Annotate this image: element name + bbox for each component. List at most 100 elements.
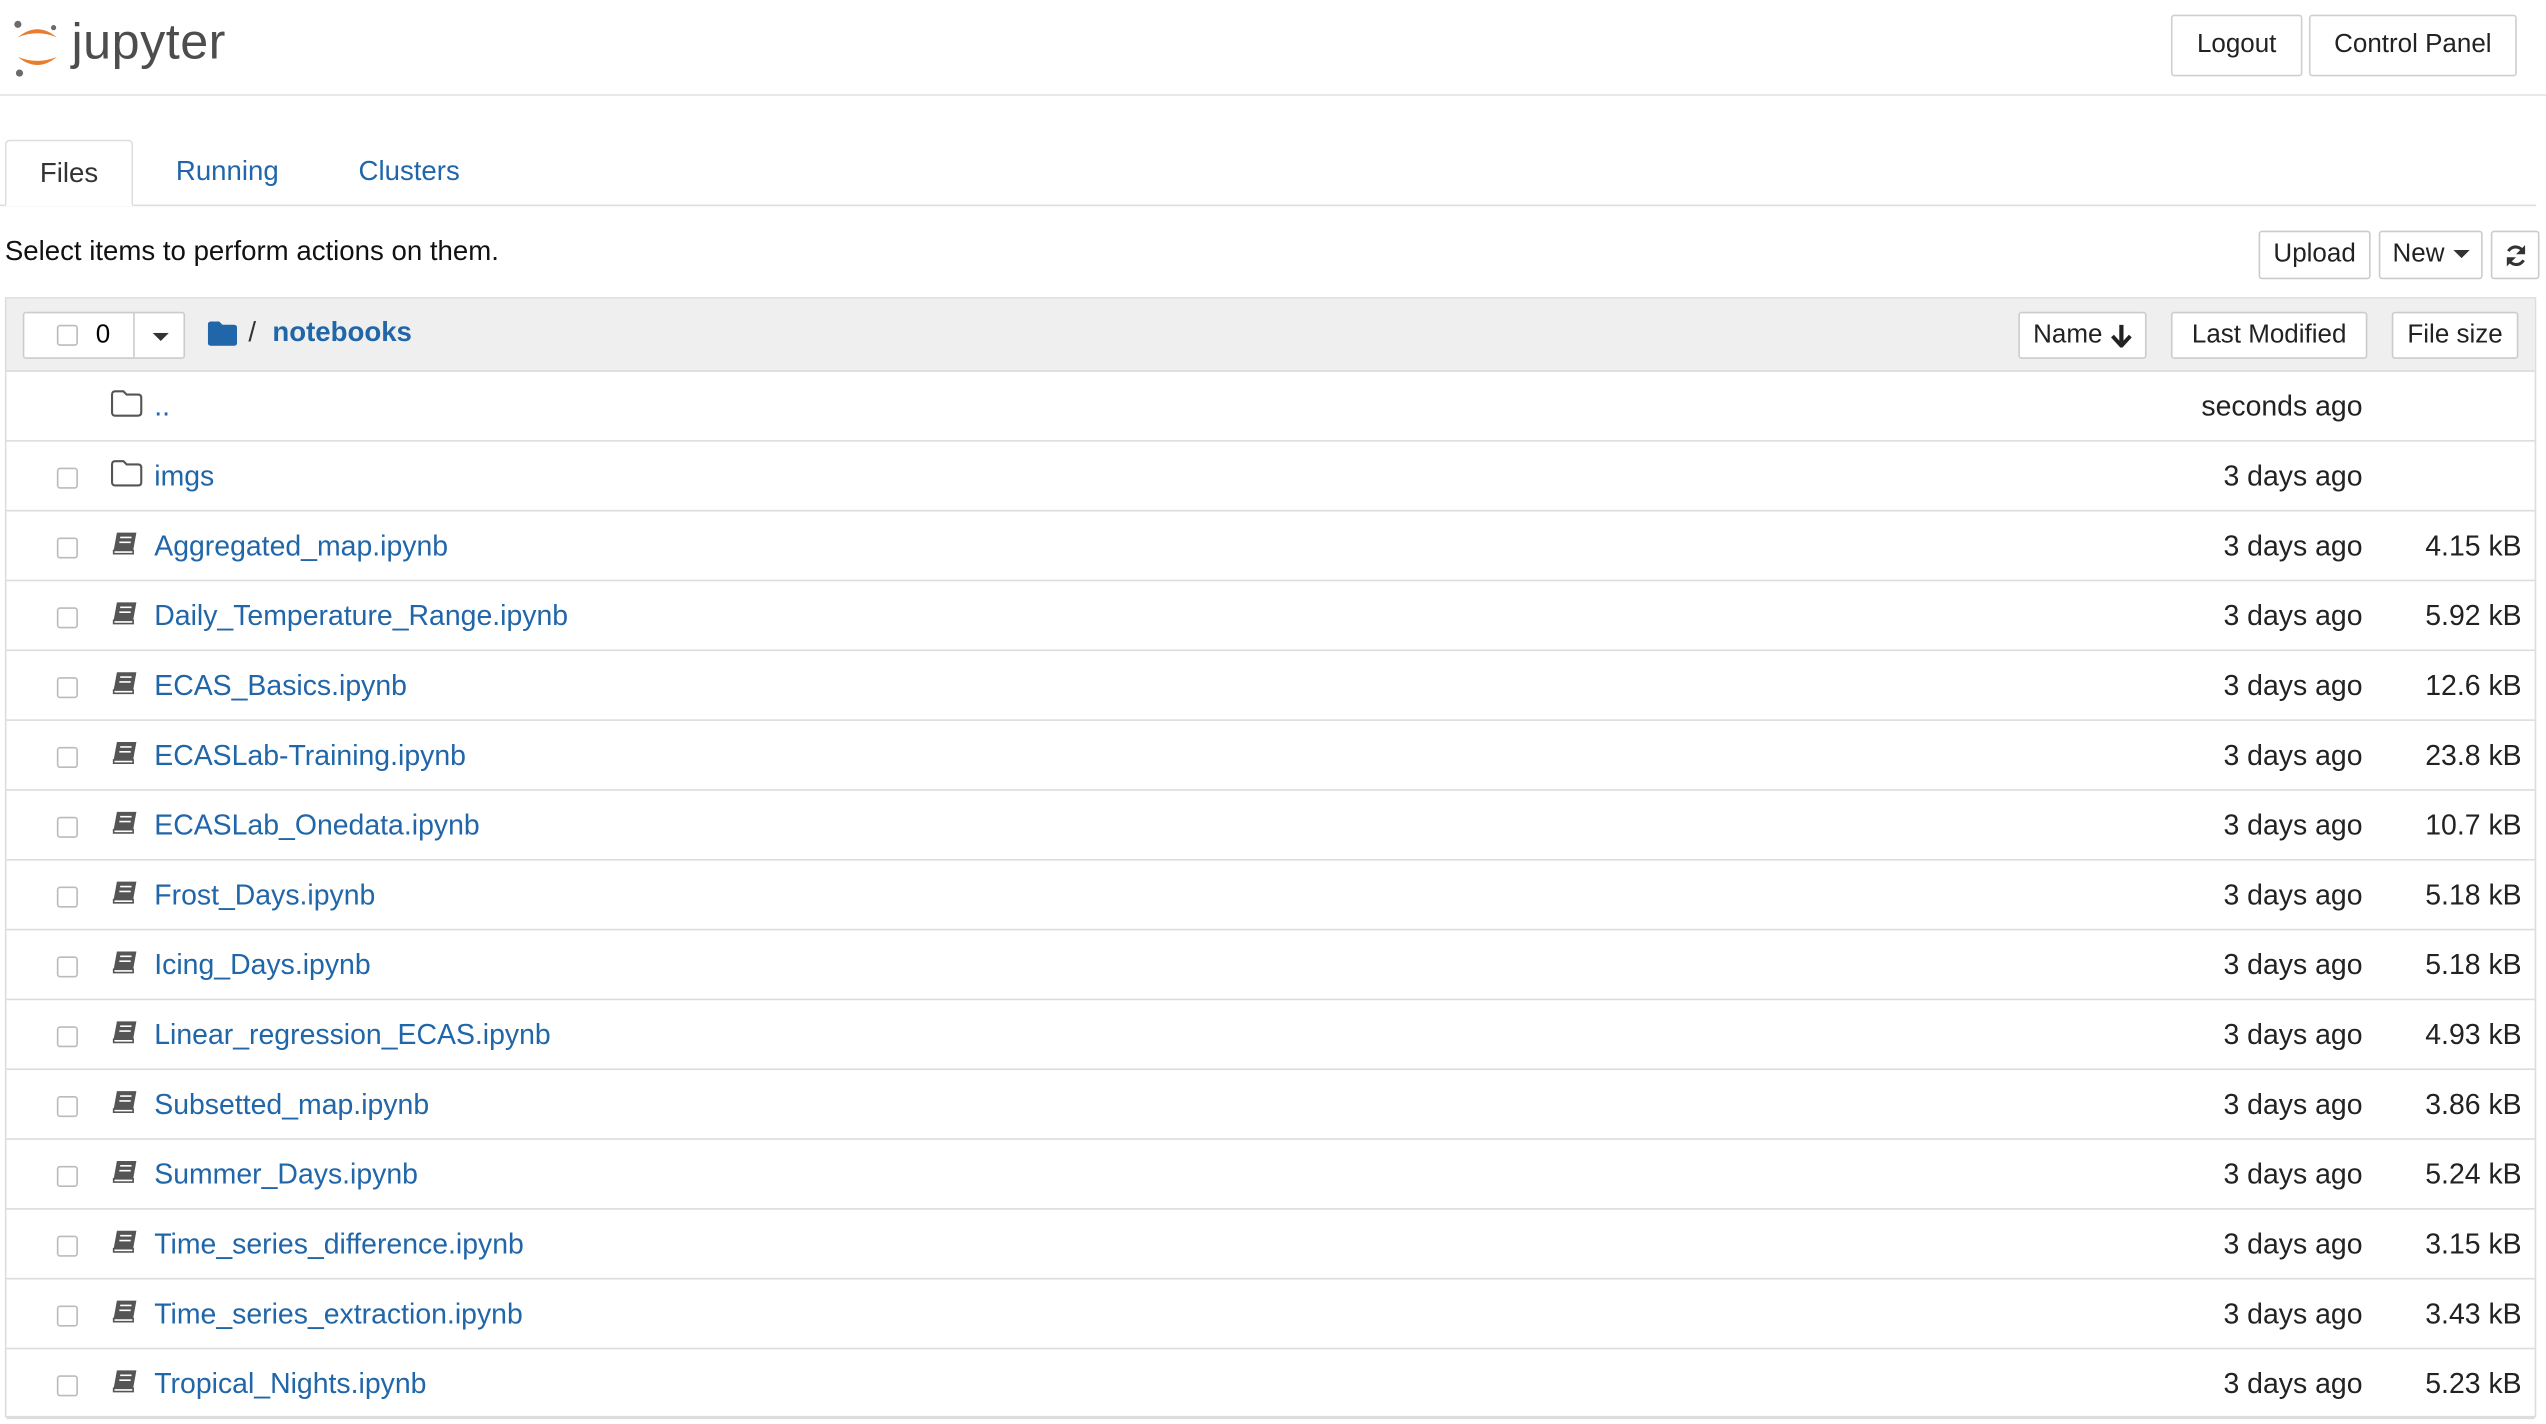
folder-solid-icon[interactable]	[207, 320, 238, 346]
file-modified: 3 days ago	[2223, 1087, 2363, 1121]
file-name-link[interactable]: Subsetted_map.ipynb	[154, 1088, 429, 1122]
sort-name-label: Name	[2033, 320, 2103, 349]
file-size: 4.15 kB	[2425, 529, 2522, 562]
file-row[interactable]: imgs 3 days ago	[6, 442, 2535, 512]
file-modified: 3 days ago	[2223, 1367, 2363, 1400]
logout-button[interactable]: Logout	[2170, 14, 2303, 77]
sort-by-size-button[interactable]: File size	[2391, 311, 2519, 359]
file-size: 12.6 kB	[2425, 668, 2522, 702]
file-size: 5.24 kB	[2425, 1157, 2522, 1191]
tab-clusters[interactable]: Clusters	[338, 140, 481, 205]
file-row[interactable]: Time_series_difference.ipynb 3 days ago 3.…	[6, 1210, 2535, 1280]
notebook-icon	[110, 1228, 142, 1260]
select-all-checkbox[interactable]	[56, 324, 78, 346]
file-row[interactable]: Frost_Days.ipynb 3 days ago 5.18 kB	[6, 861, 2535, 931]
new-dropdown-button[interactable]: New	[2378, 230, 2483, 280]
row-checkbox[interactable]	[56, 956, 78, 978]
refresh-icon	[2506, 244, 2525, 266]
row-checkbox[interactable]	[56, 816, 78, 838]
file-name-link[interactable]: Frost_Days.ipynb	[154, 878, 375, 912]
upload-button[interactable]: Upload	[2258, 230, 2371, 280]
folder-icon	[110, 390, 143, 422]
notebook-icon	[110, 1088, 142, 1120]
row-checkbox[interactable]	[56, 1375, 78, 1397]
logo-text: jupyter	[71, 12, 226, 70]
app-header: jupyter Logout Control Panel	[0, 0, 2546, 96]
notebook-icon	[110, 948, 142, 980]
notebook-icon	[110, 599, 142, 631]
file-row[interactable]: Tropical_Nights.ipynb 3 days ago 5.23 kB	[6, 1349, 2535, 1420]
row-checkbox[interactable]	[56, 886, 78, 908]
file-size: 5.23 kB	[2425, 1367, 2522, 1400]
row-checkbox[interactable]	[56, 746, 78, 769]
file-name-link[interactable]: ECAS_Basics.ipynb	[154, 669, 407, 703]
file-row[interactable]: Time_series_extraction.ipynb 3 days ago 3.…	[6, 1279, 2535, 1350]
file-row[interactable]: Linear_regression_ECAS.ipynb 3 days ago 4.…	[6, 1000, 2535, 1071]
row-checkbox[interactable]	[56, 607, 78, 629]
file-name-link[interactable]: Icing_Days.ipynb	[154, 948, 370, 982]
notebook-icon	[110, 1297, 142, 1329]
tab-files[interactable]: Files	[4, 139, 134, 207]
file-size: 3.15 kB	[2425, 1227, 2522, 1261]
notebook-icon	[110, 1367, 142, 1399]
sort-by-modified-button[interactable]: Last Modified	[2170, 311, 2368, 359]
jupyter-logo-icon	[14, 20, 57, 77]
select-dropdown-caret-icon[interactable]	[152, 332, 169, 343]
row-checkbox[interactable]	[56, 537, 78, 559]
folder-icon	[110, 460, 143, 492]
file-modified: 3 days ago	[2223, 459, 2363, 492]
row-checkbox[interactable]	[56, 1165, 78, 1187]
row-checkbox[interactable]	[56, 677, 78, 699]
file-name-link[interactable]: Tropical_Nights.ipynb	[154, 1367, 426, 1401]
file-name-link[interactable]: Aggregated_map.ipynb	[154, 529, 448, 563]
file-list-header: 0 / notebooks Name Last Modified File si…	[6, 298, 2535, 372]
notebook-icon	[110, 529, 142, 561]
file-modified: 3 days ago	[2223, 1018, 2363, 1051]
file-row[interactable]: Daily_Temperature_Range.ipynb 3 days ago 5…	[6, 581, 2535, 652]
file-row[interactable]: ECASLab_Onedata.ipynb 3 days ago 10.7 kB	[6, 791, 2535, 861]
select-all-group[interactable]: 0	[22, 311, 186, 359]
file-name-link[interactable]: ..	[154, 390, 170, 424]
notebook-icon	[110, 739, 142, 771]
file-modified: 3 days ago	[2223, 878, 2363, 911]
file-list: 0 / notebooks Name Last Modified File si…	[4, 297, 2537, 1420]
file-name-link[interactable]: Time_series_extraction.ipynb	[154, 1297, 523, 1331]
file-row[interactable]: Icing_Days.ipynb 3 days ago 5.18 kB	[6, 930, 2535, 1001]
row-checkbox[interactable]	[56, 1026, 78, 1048]
file-name-link[interactable]: ECASLab-Training.ipynb	[154, 739, 466, 773]
tab-bar: Files Running Clusters	[0, 139, 2537, 207]
file-name-link[interactable]: Time_series_difference.ipynb	[154, 1228, 524, 1262]
file-row[interactable]: Aggregated_map.ipynb 3 days ago 4.15 kB	[6, 511, 2535, 582]
tab-running[interactable]: Running	[156, 140, 299, 205]
file-row[interactable]: Summer_Days.ipynb 3 days ago 5.24 kB	[6, 1140, 2535, 1210]
file-name-link[interactable]: Summer_Days.ipynb	[154, 1158, 418, 1192]
file-name-link[interactable]: ECASLab_Onedata.ipynb	[154, 809, 479, 843]
row-checkbox[interactable]	[56, 1305, 78, 1327]
file-row[interactable]: ECASLab-Training.ipynb 3 days ago 23.8 kB	[6, 721, 2535, 791]
file-name-link[interactable]: imgs	[154, 460, 214, 494]
breadcrumb-separator: /	[248, 316, 257, 348]
file-modified: 3 days ago	[2223, 599, 2363, 632]
refresh-button[interactable]	[2490, 230, 2540, 280]
notebook-icon	[110, 1158, 142, 1190]
file-modified: 3 days ago	[2223, 1227, 2363, 1261]
file-name-link[interactable]: Linear_regression_ECAS.ipynb	[154, 1018, 550, 1052]
file-name-link[interactable]: Daily_Temperature_Range.ipynb	[154, 599, 568, 633]
sort-by-name-button[interactable]: Name	[2018, 311, 2147, 359]
file-size: 5.18 kB	[2425, 878, 2522, 911]
new-label: New	[2392, 240, 2445, 268]
selected-count: 0	[95, 321, 111, 350]
jupyter-logo[interactable]: jupyter	[10, 10, 226, 85]
row-checkbox[interactable]	[56, 467, 78, 489]
file-row[interactable]: .. seconds ago	[6, 372, 2535, 442]
file-modified: 3 days ago	[2223, 1297, 2363, 1330]
row-checkbox[interactable]	[56, 1235, 78, 1257]
breadcrumb: / notebooks	[207, 316, 412, 349]
control-panel-button[interactable]: Control Panel	[2308, 14, 2517, 77]
file-row[interactable]: Subsetted_map.ipynb 3 days ago 3.86 kB	[6, 1070, 2535, 1140]
notebook-icon	[110, 1018, 142, 1050]
file-row[interactable]: ECAS_Basics.ipynb 3 days ago 12.6 kB	[6, 651, 2535, 721]
row-checkbox[interactable]	[56, 1096, 78, 1118]
file-modified: 3 days ago	[2223, 529, 2363, 562]
breadcrumb-current-dir[interactable]: notebooks	[272, 317, 412, 349]
